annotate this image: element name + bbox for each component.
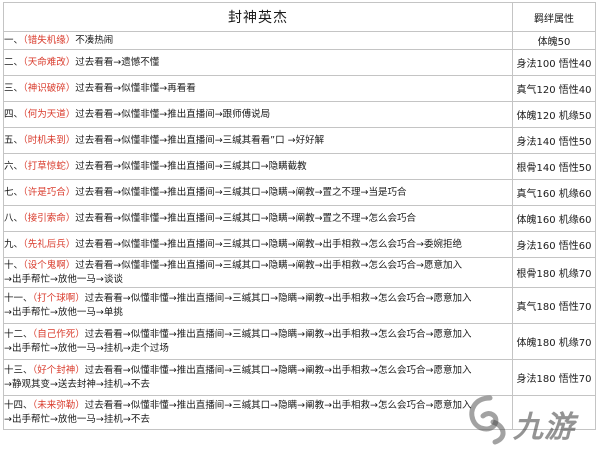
ending-path: 过去看看→似懂非懂→推出直播间→三缄其口→隐瞒→阐教→出手相救→怎么会巧合→愿意… (84, 365, 472, 376)
ending-name: （天命难改） (23, 56, 76, 68)
table-header-row: 封神英杰 羁绊属性 (3, 2, 596, 32)
table-row: 五、（时机未到）过去看看→似懂非懂→推出直播间→三缄其看看”口 →好好解 身法14… (3, 127, 596, 154)
table-title: 封神英杰 (3, 2, 513, 32)
ending-steps-cell: 十、（设个鬼啊）过去看看→似懂非懂→推出直播间→三缄其口→隐瞒→阐教→出手相救→… (3, 257, 513, 288)
ending-path: 过去看看→似懂非懂→再看看 (75, 82, 196, 94)
ending-number: 十二、 (4, 329, 33, 340)
ending-path-continued: →出手帮忙→放他一马→挂机→不去 (4, 413, 150, 425)
ending-name: （先礼后兵） (23, 238, 76, 250)
ending-steps-cell: 十二、（自己作死）过去看看→似懂非懂→推出直播间→三缄其口→隐瞒→阐教→出手相救… (3, 323, 513, 360)
ending-steps-cell: 十一、（打个球啊）过去看看→似懂非懂→推出直播间→三缄其口→隐瞒→阐教→出手相救… (3, 287, 513, 324)
table-row: 一、（错失机缘）不凑热闹 体魄50 (3, 31, 596, 50)
ending-name: （错失机缘） (23, 34, 76, 46)
ending-steps-cell: 八、（接引索命）过去看看→似懂非懂→推出直播间→三缄其口→隐瞒→阐教→置之不理→… (3, 205, 513, 232)
bond-attribute-cell: 体魄180 机缘70 (512, 323, 596, 360)
ending-path: 过去看看→似懂非懂→推出直播间→三缄其口→隐瞒→阐教→出手相救→怎么会巧合→委婉… (75, 238, 462, 250)
ending-path: 过去看看→似懂非懂→推出直播间→三缄其口→隐瞒截教 (75, 160, 307, 172)
bond-attribute-cell: 身法160 悟性60 (512, 231, 596, 258)
ending-name: （许是巧合） (23, 186, 76, 198)
bond-attribute-cell: 体魄50 (512, 31, 596, 50)
ending-path: 过去看看→遗憾不懂 (75, 56, 160, 68)
ending-path: 不凑热闹 (75, 34, 114, 46)
ending-path-continued: →静观其变→送去封神→挂机→不去 (4, 378, 150, 390)
ending-number: 十、 (4, 260, 24, 271)
ending-steps-cell: 九、（先礼后兵）过去看看→似懂非懂→推出直播间→三缄其口→隐瞒→阐教→出手相救→… (3, 231, 513, 258)
bond-attribute-cell: 真气120 悟性40 (512, 75, 596, 102)
bond-attribute-cell: 体魄160 机缘60 (512, 205, 596, 232)
ending-name: （神识破碎） (23, 82, 76, 94)
ending-number: 九、 (4, 238, 24, 250)
table-row: 七、（许是巧合）过去看看→似懂非懂→推出直播间→三缄其口→隐瞒→阐教→置之不理→… (3, 179, 596, 206)
bond-attribute-cell: 身法140 悟性50 (512, 127, 596, 154)
ending-path: 过去看看→似懂非懂→推出直播间→跟师傅说局 (75, 108, 271, 120)
ending-number: 十一、 (4, 293, 33, 304)
ending-number: 四、 (4, 108, 24, 120)
bond-attribute-cell: 根骨180 机缘70 (512, 257, 596, 288)
ending-name: （接引索命） (23, 212, 76, 224)
table-row: 六、（打草惊蛇）过去看看→似懂非懂→推出直播间→三缄其口→隐瞒截教 根骨140 悟… (3, 153, 596, 180)
table-row: 八、（接引索命）过去看看→似懂非懂→推出直播间→三缄其口→隐瞒→阐教→置之不理→… (3, 205, 596, 232)
ending-path: 过去看看→似懂非懂→推出直播间→三缄其口→隐瞒→阐教→置之不理→怎么会巧合 (75, 212, 417, 224)
ending-name: （打草惊蛇） (23, 160, 76, 172)
table-row: 二、（天命难改）过去看看→遗憾不懂 身法100 悟性40 (3, 49, 596, 76)
bond-attribute-cell: 身法100 悟性40 (512, 49, 596, 76)
ending-steps-cell: 三、（神识破碎）过去看看→似懂非懂→再看看 (3, 75, 513, 102)
table-row: 十一、（打个球啊）过去看看→似懂非懂→推出直播间→三缄其口→隐瞒→阐教→出手相救… (3, 287, 596, 324)
table-row: 四、（何为天道）过去看看→似懂非懂→推出直播间→跟师傅说局 体魄120 机缘50 (3, 101, 596, 128)
ending-path: 过去看看→似懂非懂→推出直播间→三缄其口→隐瞒→阐教→出手相救→怎么会巧合→愿意… (84, 293, 472, 304)
ending-steps-cell: 四、（何为天道）过去看看→似懂非懂→推出直播间→跟师傅说局 (3, 101, 513, 128)
ending-name: （何为天道） (23, 108, 76, 120)
bond-attribute-cell: 真气160 机缘60 (512, 179, 596, 206)
strategy-table: 封神英杰 羁绊属性 一、（错失机缘）不凑热闹 体魄50 二、（天命难改）过去看看→遗… (3, 2, 596, 430)
table-row: 十二、（自己作死）过去看看→似懂非懂→推出直播间→三缄其口→隐瞒→阐教→出手相救… (3, 323, 596, 360)
ending-steps-cell: 十四、（未来弥勒）过去看看→似懂非懂→推出直播间→三缄其口→隐瞒→阐教→出手相救… (3, 395, 513, 430)
ending-number: 十三、 (4, 365, 33, 376)
ending-path: 过去看看→似懂非懂→推出直播间→三缄其口→隐瞒→阐教→出手相救→怎么会巧合→愿意… (75, 260, 462, 271)
ending-name: （未来弥勒） (32, 400, 85, 411)
bond-attribute-cell: 体魄120 机缘50 (512, 101, 596, 128)
table-row: 三、（神识破碎）过去看看→似懂非懂→再看看 真气120 悟性40 (3, 75, 596, 102)
ending-name: （打个球啊） (32, 293, 85, 304)
bond-attribute-cell: 真气180 悟性70 (512, 287, 596, 324)
ending-name: （自己作死） (32, 329, 85, 340)
ending-name: （好个封神） (32, 365, 85, 376)
ending-number: 三、 (4, 82, 24, 94)
ending-path: 过去看看→似懂非懂→推出直播间→三缄其口→隐瞒→阐教→出手相救→怎么会巧合→愿意… (84, 400, 472, 411)
ending-path-continued: →出手帮忙→放他一马→谈谈 (4, 273, 123, 285)
ending-steps-cell: 六、（打草惊蛇）过去看看→似懂非懂→推出直播间→三缄其口→隐瞒截教 (3, 153, 513, 180)
bond-attribute-cell: 根骨140 悟性50 (512, 153, 596, 180)
table-row: 十四、（未来弥勒）过去看看→似懂非懂→推出直播间→三缄其口→隐瞒→阐教→出手相救… (3, 395, 596, 430)
table-row: 九、（先礼后兵）过去看看→似懂非懂→推出直播间→三缄其口→隐瞒→阐教→出手相救→… (3, 231, 596, 258)
ending-path: 过去看看→似懂非懂→推出直播间→三缄其看看”口 →好好解 (75, 134, 325, 146)
ending-name: （时机未到） (23, 134, 76, 146)
ending-steps-cell: 五、（时机未到）过去看看→似懂非懂→推出直播间→三缄其看看”口 →好好解 (3, 127, 513, 154)
ending-number: 八、 (4, 212, 24, 224)
ending-steps-cell: 二、（天命难改）过去看看→遗憾不懂 (3, 49, 513, 76)
ending-number: 一、 (4, 34, 24, 46)
ending-path-continued: →出手帮忙→放他一马→挂机→走个过场 (4, 342, 169, 354)
table-row: 十三、（好个封神）过去看看→似懂非懂→推出直播间→三缄其口→隐瞒→阐教→出手相救… (3, 359, 596, 396)
attr-column-header: 羁绊属性 (512, 2, 596, 32)
ending-number: 二、 (4, 56, 24, 68)
ending-name: （设个鬼啊） (23, 260, 76, 271)
bond-attribute-cell (512, 395, 596, 430)
ending-number: 五、 (4, 134, 24, 146)
ending-steps-cell: 一、（错失机缘）不凑热闹 (3, 31, 513, 50)
ending-number: 十四、 (4, 400, 33, 411)
ending-steps-cell: 七、（许是巧合）过去看看→似懂非懂→推出直播间→三缄其口→隐瞒→阐教→置之不理→… (3, 179, 513, 206)
ending-number: 六、 (4, 160, 24, 172)
ending-number: 七、 (4, 186, 24, 198)
ending-path: 过去看看→似懂非懂→推出直播间→三缄其口→隐瞒→阐教→出手相救→怎么会巧合→愿意… (84, 329, 472, 340)
ending-steps-cell: 十三、（好个封神）过去看看→似懂非懂→推出直播间→三缄其口→隐瞒→阐教→出手相救… (3, 359, 513, 396)
table-row: 十、（设个鬼啊）过去看看→似懂非懂→推出直播间→三缄其口→隐瞒→阐教→出手相救→… (3, 257, 596, 288)
ending-path: 过去看看→似懂非懂→推出直播间→三缄其口→隐瞒→阐教→置之不理→当是巧合 (75, 186, 407, 198)
ending-path-continued: →出手帮忙→放他一马→单挑 (4, 306, 123, 318)
bond-attribute-cell: 身法180 悟性70 (512, 359, 596, 396)
